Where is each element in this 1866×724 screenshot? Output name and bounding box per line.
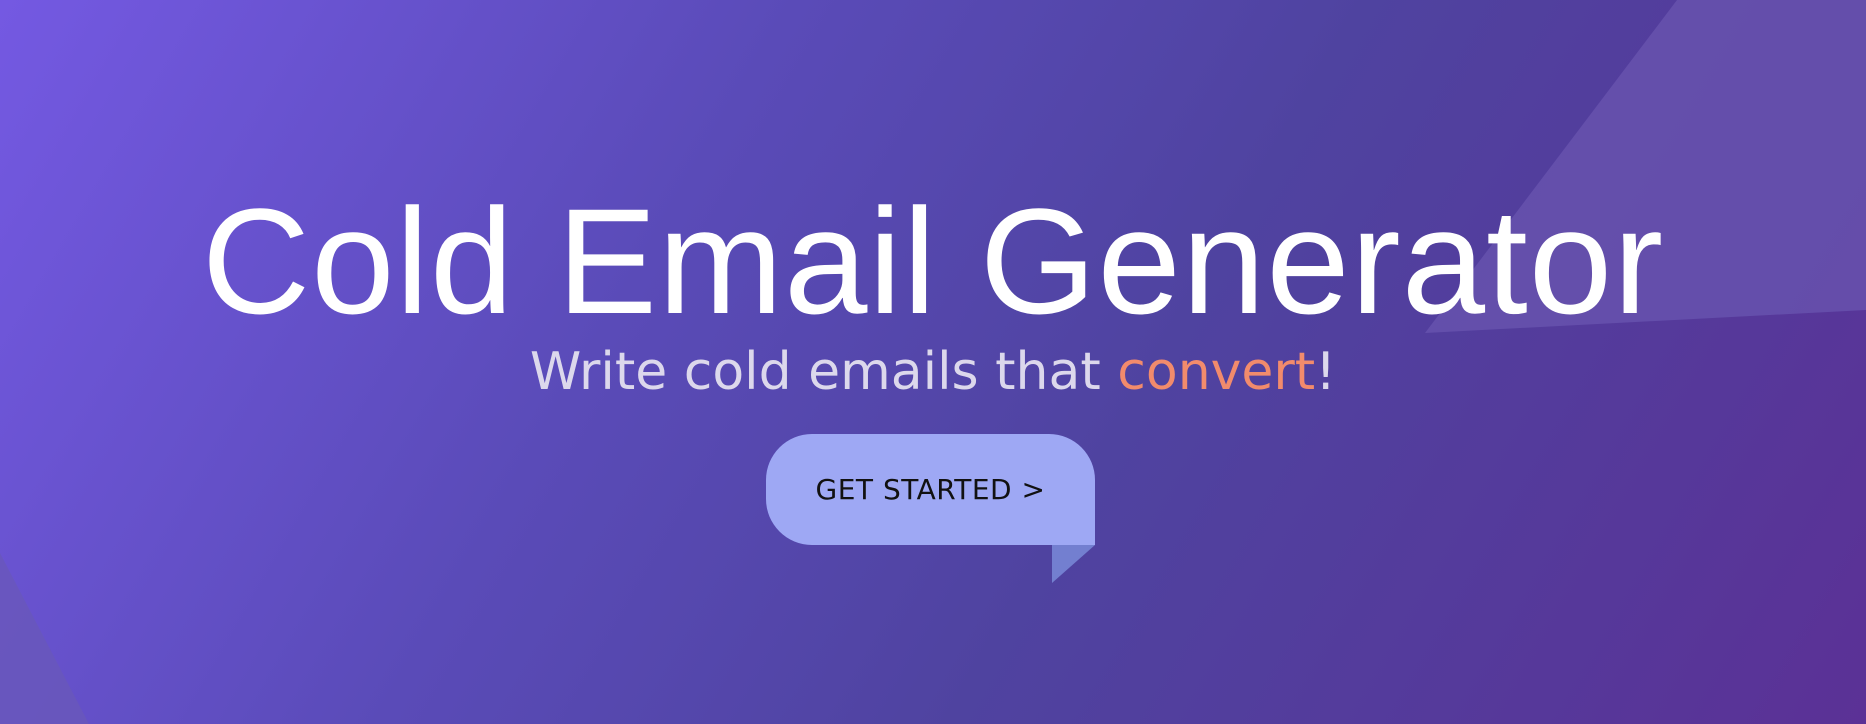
subtitle: Write cold emails that convert!: [0, 340, 1866, 404]
page-title: Cold Email Generator: [201, 177, 1665, 345]
speech-bubble-tail-icon: [1052, 545, 1095, 583]
get-started-button[interactable]: GET STARTED >: [766, 434, 1095, 545]
subtitle-suffix: !: [1315, 342, 1337, 402]
subtitle-accent: convert: [1117, 342, 1316, 402]
subtitle-text: Write cold emails that: [529, 342, 1118, 402]
decorative-triangle-bottom-left: [0, 553, 89, 724]
